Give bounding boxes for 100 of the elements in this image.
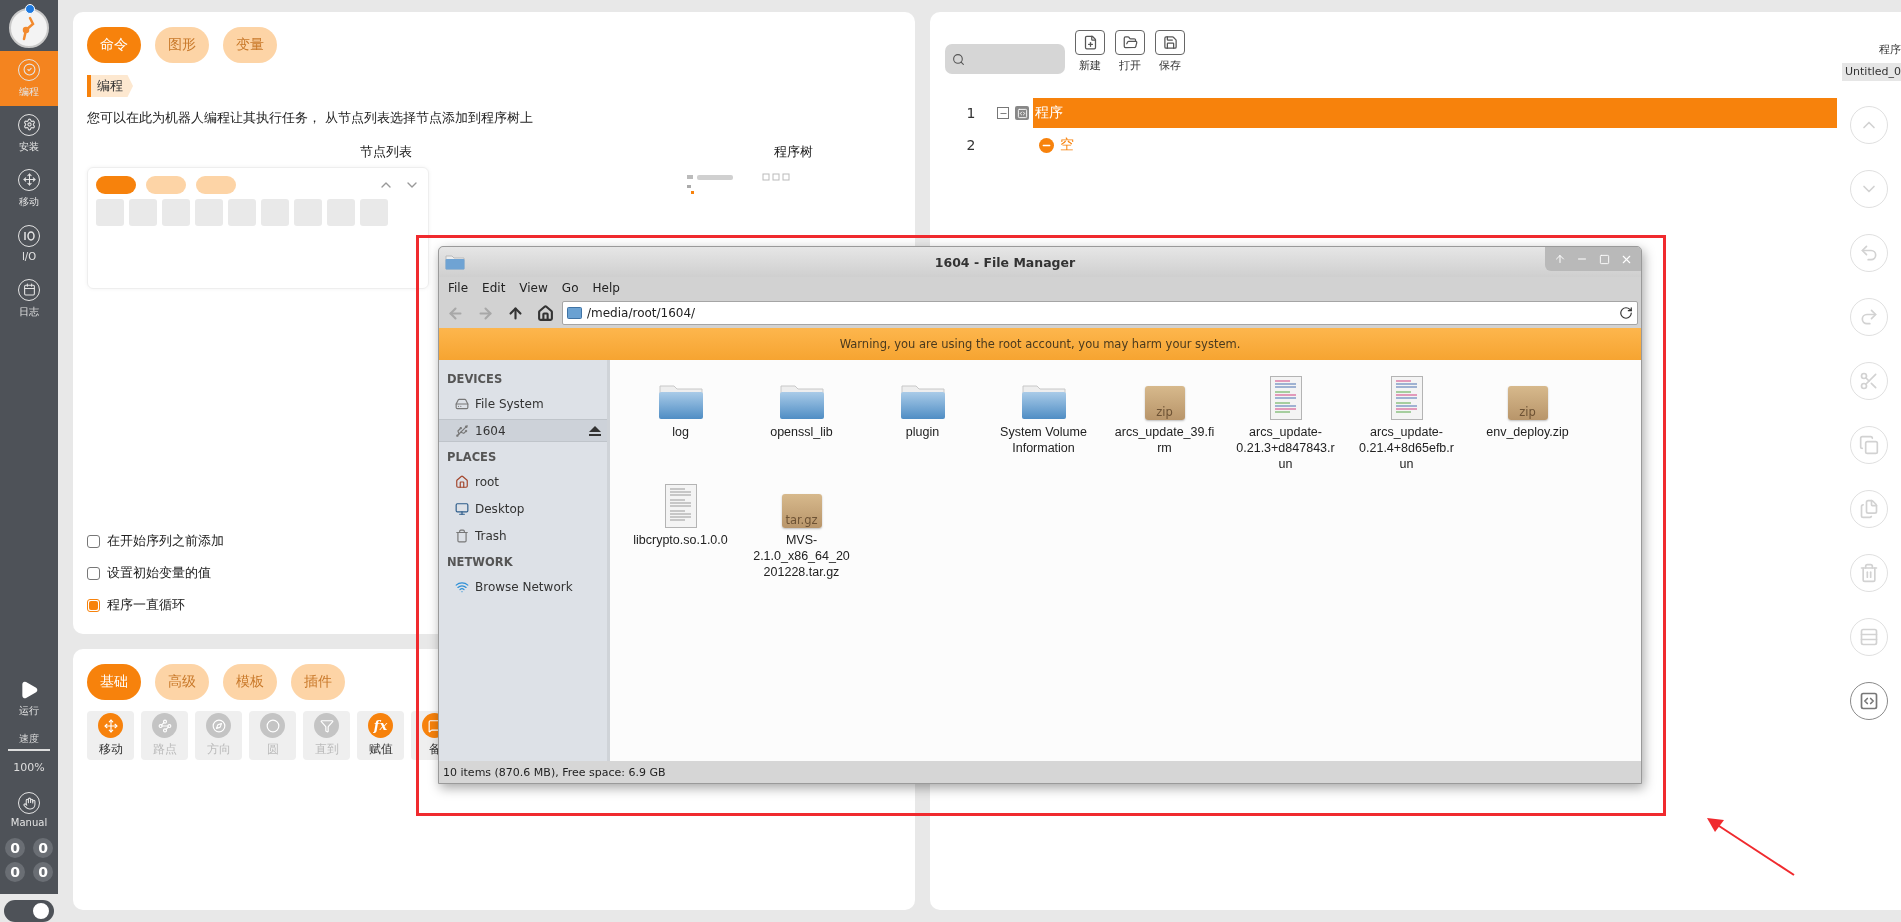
line-number: 2 (965, 137, 977, 153)
status-bar: 10 items (870.6 MB), Free space: 6.9 GB (439, 761, 1641, 783)
place-item[interactable]: File System (439, 392, 607, 415)
file-name[interactable]: env_deploy.zip (1477, 424, 1578, 440)
search-icon (952, 52, 965, 66)
tree-node-label: 空 (1060, 136, 1074, 154)
io-counter: 0 (33, 838, 53, 858)
collapse-icon[interactable] (997, 107, 1009, 119)
list-icon (1859, 627, 1879, 647)
hand-icon (22, 796, 36, 810)
mode-button[interactable]: Manual (10, 792, 48, 828)
place-item[interactable]: 1604 (439, 419, 607, 442)
undo-icon (1859, 243, 1879, 263)
place-item[interactable]: Trash (439, 524, 607, 547)
menu-item[interactable]: Help (586, 281, 626, 295)
sidebar-heading: PLACES (446, 449, 498, 466)
node-button[interactable]: fx 赋值 (357, 711, 404, 760)
menu-item[interactable]: File (442, 281, 475, 295)
window-title: 1604 - File Manager (933, 254, 1077, 270)
program-label: 程序 (1879, 42, 1901, 57)
up-arrow-icon (1554, 253, 1566, 265)
circle-icon (260, 713, 285, 738)
document-icon (1390, 376, 1423, 420)
file-name[interactable]: MVS-2.1.0_x86_64_20201228.tar.gz (751, 532, 852, 580)
file-name[interactable]: arcs_update-0.21.3+d847843.run (1235, 424, 1336, 472)
usb-drive-icon (455, 423, 469, 438)
file-name: Untitled_0 (1842, 63, 1901, 81)
tool-button[interactable] (1850, 682, 1888, 720)
node-category-tab[interactable] (196, 176, 236, 194)
node-button[interactable]: 移动 (87, 711, 134, 760)
checkbox-label: 设置初始变量的值 (107, 564, 211, 582)
file-name[interactable]: System Volume Information (993, 424, 1094, 456)
path-text: /media/root/1604/ (587, 306, 697, 320)
copy-icon (1859, 435, 1879, 455)
settings-icon (22, 118, 36, 131)
menu-item[interactable]: Go (555, 281, 585, 295)
nav-item[interactable]: 日志 (0, 271, 58, 326)
code-icon (1015, 106, 1029, 120)
line-number: 1 (965, 105, 977, 121)
eject-icon[interactable] (589, 425, 601, 436)
file-name[interactable]: plugin (872, 424, 973, 440)
toggle-switch[interactable] (4, 900, 54, 922)
archive-icon: zip (1507, 386, 1548, 420)
file-name[interactable]: log (630, 424, 731, 440)
node-category-tab[interactable] (96, 176, 136, 194)
place-item[interactable]: Desktop (439, 497, 607, 520)
redo-icon (1859, 307, 1879, 327)
save-icon (1162, 35, 1178, 50)
file-name[interactable]: arcs_update_39.firm (1114, 424, 1215, 456)
archive-icon: tar.gz (781, 494, 822, 528)
new-file-icon (1082, 35, 1098, 50)
trash-icon (1859, 563, 1879, 583)
document-icon (664, 484, 697, 528)
file-name[interactable]: openssl_lib (751, 424, 852, 440)
folder-icon (445, 254, 465, 270)
search-field[interactable] (945, 44, 1065, 74)
folder-icon (899, 382, 946, 420)
io-counter: 0 (33, 862, 53, 882)
paste-icon (1859, 499, 1879, 519)
column-title: 节点列表 (359, 143, 413, 161)
play-icon (19, 680, 39, 700)
column-title: 程序树 (772, 143, 814, 161)
speed-value: 100% (13, 761, 45, 774)
minus-icon (1039, 137, 1054, 153)
checkbox[interactable] (87, 534, 100, 548)
node-category-tab[interactable] (146, 176, 186, 194)
function-icon: fx (368, 713, 393, 738)
nav-item[interactable]: 安装 (0, 106, 58, 161)
speed-label: 速度 (8, 732, 50, 751)
drive-icon (455, 396, 469, 411)
folder-icon (778, 382, 825, 420)
section-tag: 编程 (87, 75, 133, 97)
menu-item[interactable]: View (513, 281, 554, 295)
run-button[interactable]: 运行 (19, 680, 39, 718)
nav-item[interactable]: 移动 (0, 161, 58, 216)
folder-icon (1122, 35, 1138, 50)
archive-icon: zip (1144, 386, 1185, 420)
menu-item[interactable]: Edit (476, 281, 512, 295)
forward-icon (476, 304, 494, 322)
checkbox-label: 程序一直循环 (107, 596, 185, 614)
place-item[interactable]: root (439, 470, 607, 493)
warning-banner: Warning, you are using the root account, you may harm your system. (439, 328, 1641, 360)
scissors-icon (1859, 371, 1879, 391)
maximize-icon (1598, 253, 1610, 265)
path-field[interactable]: /media/root/1604/ (562, 301, 1638, 325)
move-icon (98, 713, 123, 738)
file-name[interactable]: arcs_update-0.21.4+8d65efb.run (1356, 424, 1457, 472)
back-icon (446, 304, 464, 322)
place-item[interactable]: Browse Network (439, 575, 607, 598)
code-icon (1859, 691, 1879, 711)
check-icon (22, 63, 36, 76)
folder-icon (567, 307, 582, 319)
checkbox[interactable] (87, 598, 100, 612)
nav-item[interactable]: I/O (0, 216, 58, 271)
monitor-icon (455, 501, 469, 516)
filter-icon (314, 713, 339, 738)
file-name[interactable]: libcrypto.so.1.0.0 (630, 532, 731, 548)
checkbox[interactable] (87, 566, 100, 580)
refresh-icon[interactable] (1619, 306, 1633, 320)
folder-icon (1020, 382, 1067, 420)
